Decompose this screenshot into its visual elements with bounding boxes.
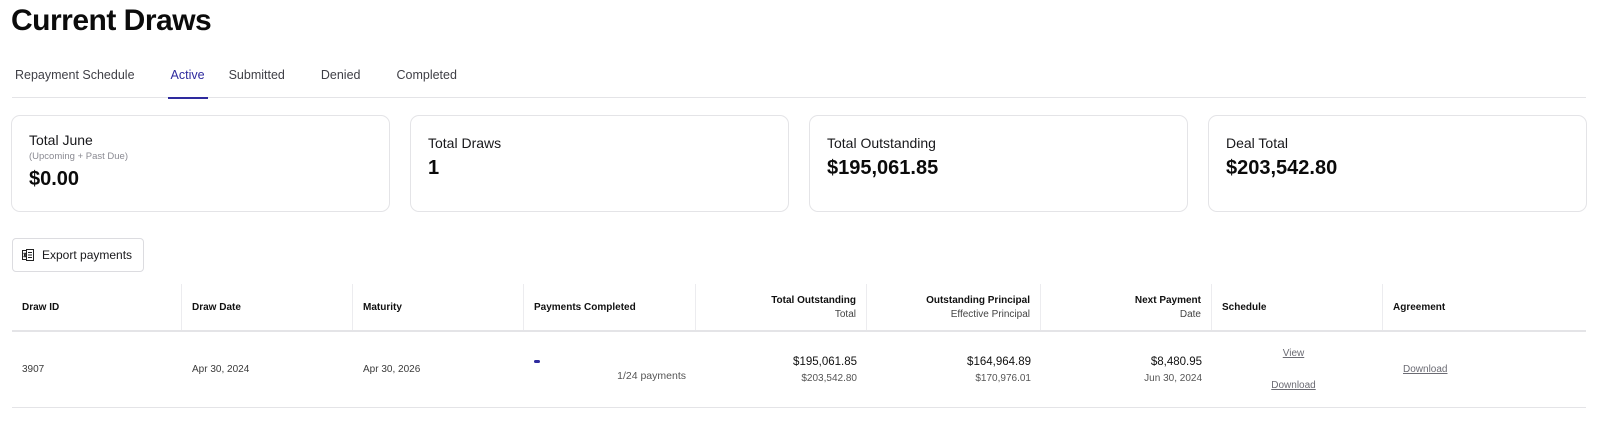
- card-value: $195,061.85: [827, 157, 939, 179]
- cell-agreement: Download: [1383, 332, 1556, 407]
- next-payment-value: $8,480.95: [1150, 355, 1202, 368]
- header-label: Outstanding Principal: [926, 294, 1030, 306]
- card-title: Deal Total: [1226, 135, 1289, 151]
- card-deal-total: Deal Total $203,542.80: [1208, 115, 1587, 212]
- cell-payments-completed: 1/24 payments: [524, 332, 696, 407]
- summary-cards: Total June (Upcoming + Past Due) $0.00 T…: [11, 115, 1587, 212]
- header-outstanding-principal[interactable]: Outstanding Principal Effective Principa…: [867, 284, 1041, 330]
- card-total-june: Total June (Upcoming + Past Due) $0.00: [11, 115, 390, 212]
- total-value: $203,542.80: [801, 372, 857, 384]
- tab-repayment-schedule[interactable]: Repayment Schedule: [12, 60, 150, 98]
- cell-schedule: View Download: [1212, 332, 1383, 407]
- table-row[interactable]: 3907 Apr 30, 2024 Apr 30, 2026 1/24 paym…: [12, 332, 1586, 408]
- payments-progress-bar: [534, 360, 540, 363]
- card-title: Total Draws: [428, 135, 502, 151]
- total-outstanding-value: $195,061.85: [793, 355, 857, 368]
- outstanding-principal-value: $164,964.89: [967, 355, 1031, 368]
- export-payments-button[interactable]: Export payments: [12, 238, 144, 272]
- cell-draw-id: 3907: [22, 364, 45, 375]
- header-schedule: Schedule: [1212, 284, 1383, 330]
- export-payments-label: Export payments: [42, 248, 133, 262]
- header-label: Payments Completed: [534, 301, 636, 313]
- card-total-outstanding: Total Outstanding $195,061.85: [809, 115, 1188, 212]
- header-label: Maturity: [363, 301, 402, 313]
- header-label: Schedule: [1222, 301, 1267, 313]
- page-title: Current Draws: [11, 4, 212, 37]
- card-title: Total Outstanding: [827, 135, 936, 151]
- header-sublabel: Total: [834, 308, 856, 320]
- schedule-download-link[interactable]: Download: [1271, 380, 1315, 391]
- cell-outstanding-principal: $164,964.89 $170,976.01: [867, 332, 1041, 407]
- effective-principal-value: $170,976.01: [975, 372, 1031, 384]
- cell-maturity: Apr 30, 2026: [363, 364, 421, 375]
- card-title: Total June: [29, 132, 93, 148]
- cell-next-payment: $8,480.95 Jun 30, 2024: [1041, 332, 1212, 407]
- header-total-outstanding[interactable]: Total Outstanding Total: [696, 284, 867, 330]
- header-label: Draw Date: [192, 301, 241, 313]
- header-next-payment[interactable]: Next Payment Date: [1041, 284, 1212, 330]
- header-agreement: Agreement: [1383, 284, 1556, 330]
- draws-table: Draw ID Draw Date Maturity Payments Comp…: [12, 284, 1586, 408]
- tab-active[interactable]: Active: [167, 60, 208, 99]
- schedule-view-link[interactable]: View: [1283, 348, 1305, 359]
- header-label: Agreement: [1393, 301, 1446, 313]
- payments-progress-text: 1/24 payments: [617, 370, 686, 382]
- card-value: $203,542.80: [1226, 157, 1338, 179]
- header-draw-date[interactable]: Draw Date: [182, 284, 353, 330]
- header-label: Next Payment: [1134, 294, 1201, 306]
- header-sublabel: Date: [1179, 308, 1201, 320]
- card-total-draws: Total Draws 1: [410, 115, 789, 212]
- header-payments-completed[interactable]: Payments Completed: [524, 284, 696, 330]
- cell-draw-date: Apr 30, 2024: [192, 364, 250, 375]
- agreement-download-link[interactable]: Download: [1403, 364, 1546, 375]
- card-value: 1: [428, 157, 440, 179]
- header-draw-id[interactable]: Draw ID: [12, 284, 182, 330]
- header-sublabel: Effective Principal: [950, 308, 1030, 320]
- next-payment-date: Jun 30, 2024: [1144, 372, 1202, 384]
- header-label: Total Outstanding: [771, 294, 856, 306]
- tab-completed[interactable]: Completed: [393, 60, 471, 98]
- card-subtitle: (Upcoming + Past Due): [29, 151, 128, 162]
- tab-denied[interactable]: Denied: [318, 60, 376, 98]
- draw-status-tabs: Repayment Schedule Active Submitted Deni…: [12, 60, 1586, 99]
- tab-submitted[interactable]: Submitted: [226, 60, 300, 98]
- header-maturity[interactable]: Maturity: [353, 284, 524, 330]
- card-value: $0.00: [29, 168, 80, 190]
- header-label: Draw ID: [22, 301, 60, 313]
- cell-total-outstanding: $195,061.85 $203,542.80: [696, 332, 867, 407]
- payments-progress: 1/24 payments: [534, 332, 686, 407]
- table-header: Draw ID Draw Date Maturity Payments Comp…: [12, 284, 1586, 332]
- spreadsheet-icon: [22, 249, 34, 261]
